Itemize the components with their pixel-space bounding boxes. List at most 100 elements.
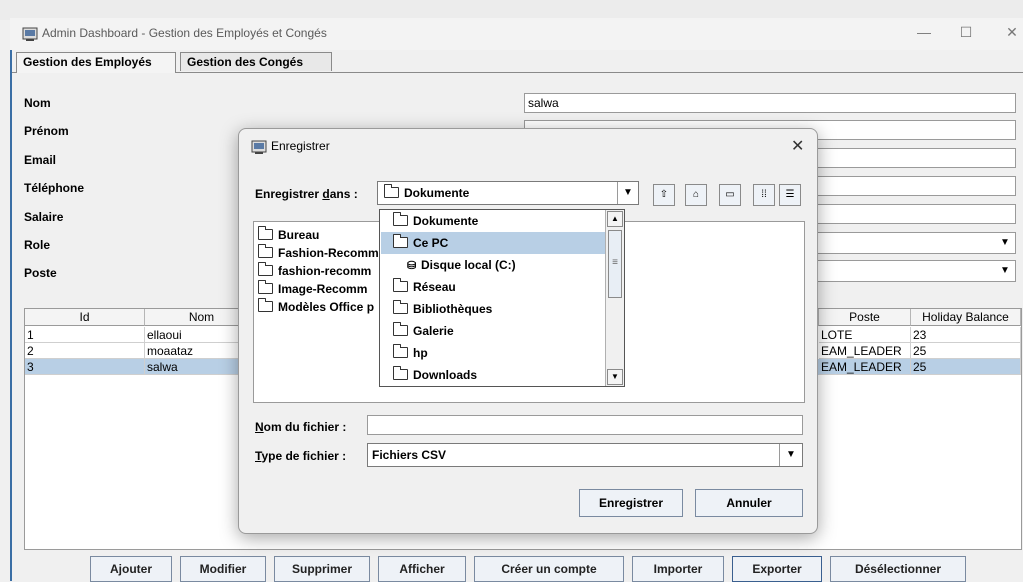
- dropdown-item-label: Disque local (C:): [421, 258, 516, 272]
- dropdown-item-hp[interactable]: hp: [381, 342, 618, 364]
- list-item[interactable]: Bureau: [258, 226, 319, 244]
- dialog-title: Enregistrer: [271, 139, 330, 153]
- folder-icon: [258, 262, 273, 276]
- annuler-button[interactable]: Annuler: [695, 489, 803, 517]
- column-header-poste[interactable]: Poste: [819, 309, 911, 326]
- ajouter-button[interactable]: Ajouter: [90, 556, 172, 582]
- dropdown-item-label: Ce PC: [413, 236, 449, 250]
- cell-id: 1: [25, 327, 145, 343]
- nom-field[interactable]: salwa: [524, 93, 1016, 113]
- supprimer-button[interactable]: Supprimer: [274, 556, 370, 582]
- cell-poste: EAM_LEADER: [819, 343, 911, 359]
- dropdown-item-bibliotheques[interactable]: Bibliothèques: [381, 298, 618, 320]
- list-item[interactable]: Modèles Office p: [258, 298, 374, 316]
- save-dialog: Enregistrer ✕ Enregistrer dans : Dokumen…: [238, 128, 818, 534]
- details-view-icon[interactable]: ☰: [779, 184, 801, 206]
- list-item[interactable]: Image-Recomm: [258, 280, 367, 298]
- save-in-label-mnemonic: d: [322, 187, 330, 201]
- importer-button[interactable]: Importer: [632, 556, 724, 582]
- dropdown-item-label: hp: [413, 346, 428, 360]
- cell-holiday: 25: [911, 359, 1021, 375]
- cell-holiday: 25: [911, 343, 1021, 359]
- enregistrer-button[interactable]: Enregistrer: [579, 489, 683, 517]
- new-folder-icon[interactable]: ▭: [719, 184, 741, 206]
- dropdown-item-label: Réseau: [413, 280, 456, 294]
- dropdown-item-galerie[interactable]: Galerie: [381, 320, 618, 342]
- exporter-button[interactable]: Exporter: [732, 556, 822, 582]
- deselectionner-button[interactable]: Désélectionner: [830, 556, 966, 582]
- save-in-label: Enregistrer dans :: [255, 187, 358, 201]
- list-view-icon[interactable]: ⁞⁞: [753, 184, 775, 206]
- cell-id: 2: [25, 343, 145, 359]
- column-header-id[interactable]: Id: [25, 309, 145, 326]
- folder-icon: [393, 366, 408, 380]
- scroll-thumb[interactable]: ≡: [608, 230, 622, 298]
- dropdown-item-ce-pc[interactable]: Ce PC: [381, 232, 618, 254]
- cell-poste: EAM_LEADER: [819, 359, 911, 375]
- close-icon[interactable]: ✕: [1002, 24, 1022, 41]
- folder-icon: [393, 300, 408, 314]
- scroll-down-icon[interactable]: ▼: [607, 369, 623, 385]
- label-poste: Poste: [24, 266, 57, 280]
- label-email: Email: [24, 153, 57, 167]
- label-telephone: Téléphone: [24, 181, 85, 195]
- filename-label-mnemonic: N: [255, 420, 264, 434]
- file-name: fashion-recomm: [278, 264, 372, 278]
- save-in-value-text: Dokumente: [404, 186, 470, 200]
- folder-icon: [393, 278, 408, 292]
- java-app-icon: [251, 140, 267, 154]
- dropdown-scrollbar[interactable]: ▲ ≡ ▼: [605, 210, 624, 386]
- maximize-icon[interactable]: ☐: [956, 24, 976, 41]
- folder-icon: [258, 226, 273, 240]
- tab-gestion-conges[interactable]: Gestion des Congés: [180, 52, 332, 71]
- filetype-select[interactable]: Fichiers CSV ▼: [367, 443, 803, 467]
- cell-id: 3: [25, 359, 145, 375]
- dropdown-item-label: Galerie: [413, 324, 454, 338]
- creer-compte-button[interactable]: Créer un compte: [474, 556, 624, 582]
- folder-icon: [393, 212, 408, 226]
- folder-icon: [393, 322, 408, 336]
- label-prenom: Prénom: [24, 124, 69, 138]
- label-salaire: Salaire: [24, 210, 64, 224]
- up-folder-icon[interactable]: ⇧: [653, 184, 675, 206]
- save-in-dropdown[interactable]: Dokumente Ce PC ⛁ Disque local (C:) Résea…: [379, 209, 625, 387]
- desktop-strip: [0, 0, 1023, 20]
- list-item[interactable]: fashion-recomm: [258, 262, 371, 280]
- folder-icon: [258, 298, 273, 312]
- home-icon[interactable]: ⌂: [685, 184, 707, 206]
- minimize-icon[interactable]: —: [914, 24, 934, 40]
- dropdown-item-dokumente[interactable]: Dokumente: [381, 210, 618, 232]
- dropdown-item-label: Bibliothèques: [413, 302, 493, 316]
- dropdown-item-downloads[interactable]: Downloads: [381, 364, 618, 386]
- column-header-holiday-balance[interactable]: Holiday Balance: [911, 309, 1021, 326]
- chevron-down-icon: ▼: [1000, 237, 1010, 248]
- save-in-label-text: Enregistrer: [255, 187, 323, 201]
- save-in-select[interactable]: Dokumente ▼: [377, 181, 639, 205]
- close-icon[interactable]: ✕: [791, 136, 804, 156]
- label-role: Role: [24, 238, 51, 252]
- modifier-button[interactable]: Modifier: [180, 556, 266, 582]
- afficher-button[interactable]: Afficher: [378, 556, 466, 582]
- folder-icon: [393, 234, 408, 248]
- tab-gestion-employes[interactable]: Gestion des Employés: [16, 52, 176, 73]
- folder-icon: [393, 344, 408, 358]
- window-titlebar: Admin Dashboard - Gestion des Employés e…: [10, 18, 1023, 50]
- file-name: Bureau: [278, 228, 320, 242]
- dropdown-item-label: Downloads: [413, 368, 478, 382]
- scroll-up-icon[interactable]: ▲: [607, 211, 623, 227]
- cell-holiday: 23: [911, 327, 1021, 343]
- chevron-down-icon[interactable]: ▼: [617, 182, 638, 204]
- dropdown-item-disque-local[interactable]: ⛁ Disque local (C:): [381, 254, 632, 276]
- file-name: Modèles Office p: [278, 300, 375, 314]
- chevron-down-icon: ▼: [1000, 265, 1010, 276]
- chevron-down-icon[interactable]: ▼: [779, 444, 802, 466]
- save-in-label-text-end: ans :: [329, 187, 358, 201]
- dropdown-item-label: Dokumente: [413, 214, 479, 228]
- save-in-value: Dokumente: [384, 184, 470, 200]
- folder-icon: [384, 184, 399, 198]
- folder-icon: [258, 280, 273, 294]
- dropdown-item-reseau[interactable]: Réseau: [381, 276, 618, 298]
- filename-input[interactable]: [367, 415, 803, 435]
- java-app-icon: [22, 27, 38, 41]
- list-item[interactable]: Fashion-Recomm: [258, 244, 379, 262]
